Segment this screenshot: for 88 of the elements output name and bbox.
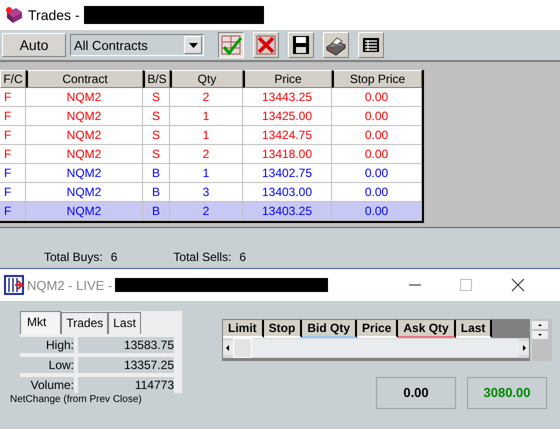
readout-value: 3080.00 — [467, 377, 547, 409]
column-header[interactable]: Ask Qty — [398, 320, 456, 338]
table-cell: 1 — [170, 126, 243, 145]
minimize-icon — [409, 284, 421, 286]
printer-button[interactable] — [323, 32, 349, 58]
stat-value: 13357.25 — [78, 357, 174, 373]
total-value: 6 — [239, 250, 246, 264]
table-cell: 13443.25 — [243, 88, 332, 107]
column-header[interactable]: F/C — [0, 70, 26, 88]
table-cell: F — [0, 145, 26, 164]
column-header[interactable]: Stop Price — [332, 70, 422, 88]
maximize-icon — [459, 278, 473, 292]
stat-value: 13583.75 — [78, 337, 174, 353]
table-cell: 0.00 — [332, 145, 422, 164]
table-cell: 2 — [170, 145, 243, 164]
table-cell: 0.00 — [332, 202, 422, 221]
stat-value: 114773 — [78, 377, 174, 393]
column-header[interactable]: Limit — [223, 320, 264, 338]
table-cell: 0.00 — [332, 164, 422, 183]
contract-dropdown[interactable]: All Contracts — [70, 34, 204, 56]
table-cell: 13403.25 — [243, 202, 332, 221]
table-cell: NQM2 — [26, 145, 143, 164]
table-row[interactable]: F NQM2 B 1 13402.75 0.00 — [0, 164, 422, 183]
stat-label: Volume: — [20, 377, 74, 393]
checklist-button[interactable] — [218, 32, 244, 58]
table-row[interactable]: F NQM2 S 2 13418.00 0.00 — [0, 145, 422, 164]
stat-label: High: — [20, 337, 74, 353]
tab[interactable]: Mkt — [20, 311, 62, 334]
table-cell: NQM2 — [26, 202, 143, 221]
column-header[interactable]: Price — [243, 70, 332, 88]
auto-button[interactable]: Auto — [2, 33, 66, 57]
table-cell: F — [0, 88, 26, 107]
table-cell: S — [143, 145, 170, 164]
table-cell: 2 — [170, 88, 243, 107]
table-cell: 2 — [170, 202, 243, 221]
window-title: NQM2 - LIVE - — [27, 278, 112, 292]
column-header[interactable]: B/S — [143, 70, 170, 88]
chart-grid-icon — [4, 275, 24, 295]
table-cell: 0.00 — [332, 88, 422, 107]
table-cell: 13425.00 — [243, 107, 332, 126]
table-cell: F — [0, 164, 26, 183]
table-cell: 0.00 — [332, 126, 422, 145]
total-label: Total Buys: — [44, 250, 103, 264]
column-header[interactable]: Price — [357, 320, 398, 338]
close-icon — [511, 278, 525, 292]
table-cell: F — [0, 126, 26, 145]
table-cell: 13402.75 — [243, 164, 332, 183]
save-button[interactable] — [288, 32, 314, 58]
window-title: Trades - — [28, 7, 80, 23]
table-cell: S — [143, 107, 170, 126]
column-header[interactable]: Qty — [170, 70, 243, 88]
table-cell: NQM2 — [26, 126, 143, 145]
tab[interactable]: Trades — [61, 312, 108, 334]
total-value: 6 — [110, 250, 118, 264]
table-cell: B — [143, 202, 170, 221]
scroll-thumb[interactable] — [233, 338, 252, 358]
caret-icon — [188, 42, 198, 48]
table-cell: NQM2 — [26, 164, 143, 183]
table-cell: NQM2 — [26, 107, 143, 126]
delete-button[interactable] — [253, 32, 279, 58]
table-cell: 13418.00 — [243, 145, 332, 164]
table-cell: 1 — [170, 164, 243, 183]
total-label: Total Sells: — [173, 250, 232, 264]
column-header[interactable]: Contract — [26, 70, 143, 88]
table-row[interactable]: F NQM2 B 2 13403.25 0.00 — [0, 202, 422, 221]
column-header[interactable]: Last — [456, 320, 492, 338]
table-cell: S — [143, 88, 170, 107]
table-cell: 0.00 — [332, 107, 422, 126]
table-cell: F — [0, 107, 26, 126]
stat-label: NetChange (from Prev Close) — [10, 394, 143, 405]
delete-icon — [254, 33, 278, 57]
table-cell: NQM2 — [26, 88, 143, 107]
table-cell: F — [0, 202, 26, 221]
checklist-icon — [219, 33, 243, 57]
column-header[interactable]: Bid Qty — [302, 320, 358, 338]
table-row[interactable]: F NQM2 S 1 13424.75 0.00 — [0, 126, 422, 145]
horizontal-scrollbar[interactable] — [223, 338, 529, 358]
tab[interactable]: Last — [108, 312, 141, 334]
table-button[interactable] — [358, 32, 384, 58]
table-row[interactable]: F NQM2 S 1 13425.00 0.00 — [0, 107, 422, 126]
table-row[interactable]: F NQM2 S 2 13443.25 0.00 — [0, 88, 422, 107]
table-cell: B — [143, 164, 170, 183]
column-header[interactable]: Stop — [264, 320, 302, 338]
stat-label: Low: — [20, 357, 74, 373]
table-cell: 13424.75 — [243, 126, 332, 145]
table-cell: 1 — [170, 107, 243, 126]
readout-value: 0.00 — [376, 377, 456, 409]
table-cell: S — [143, 126, 170, 145]
